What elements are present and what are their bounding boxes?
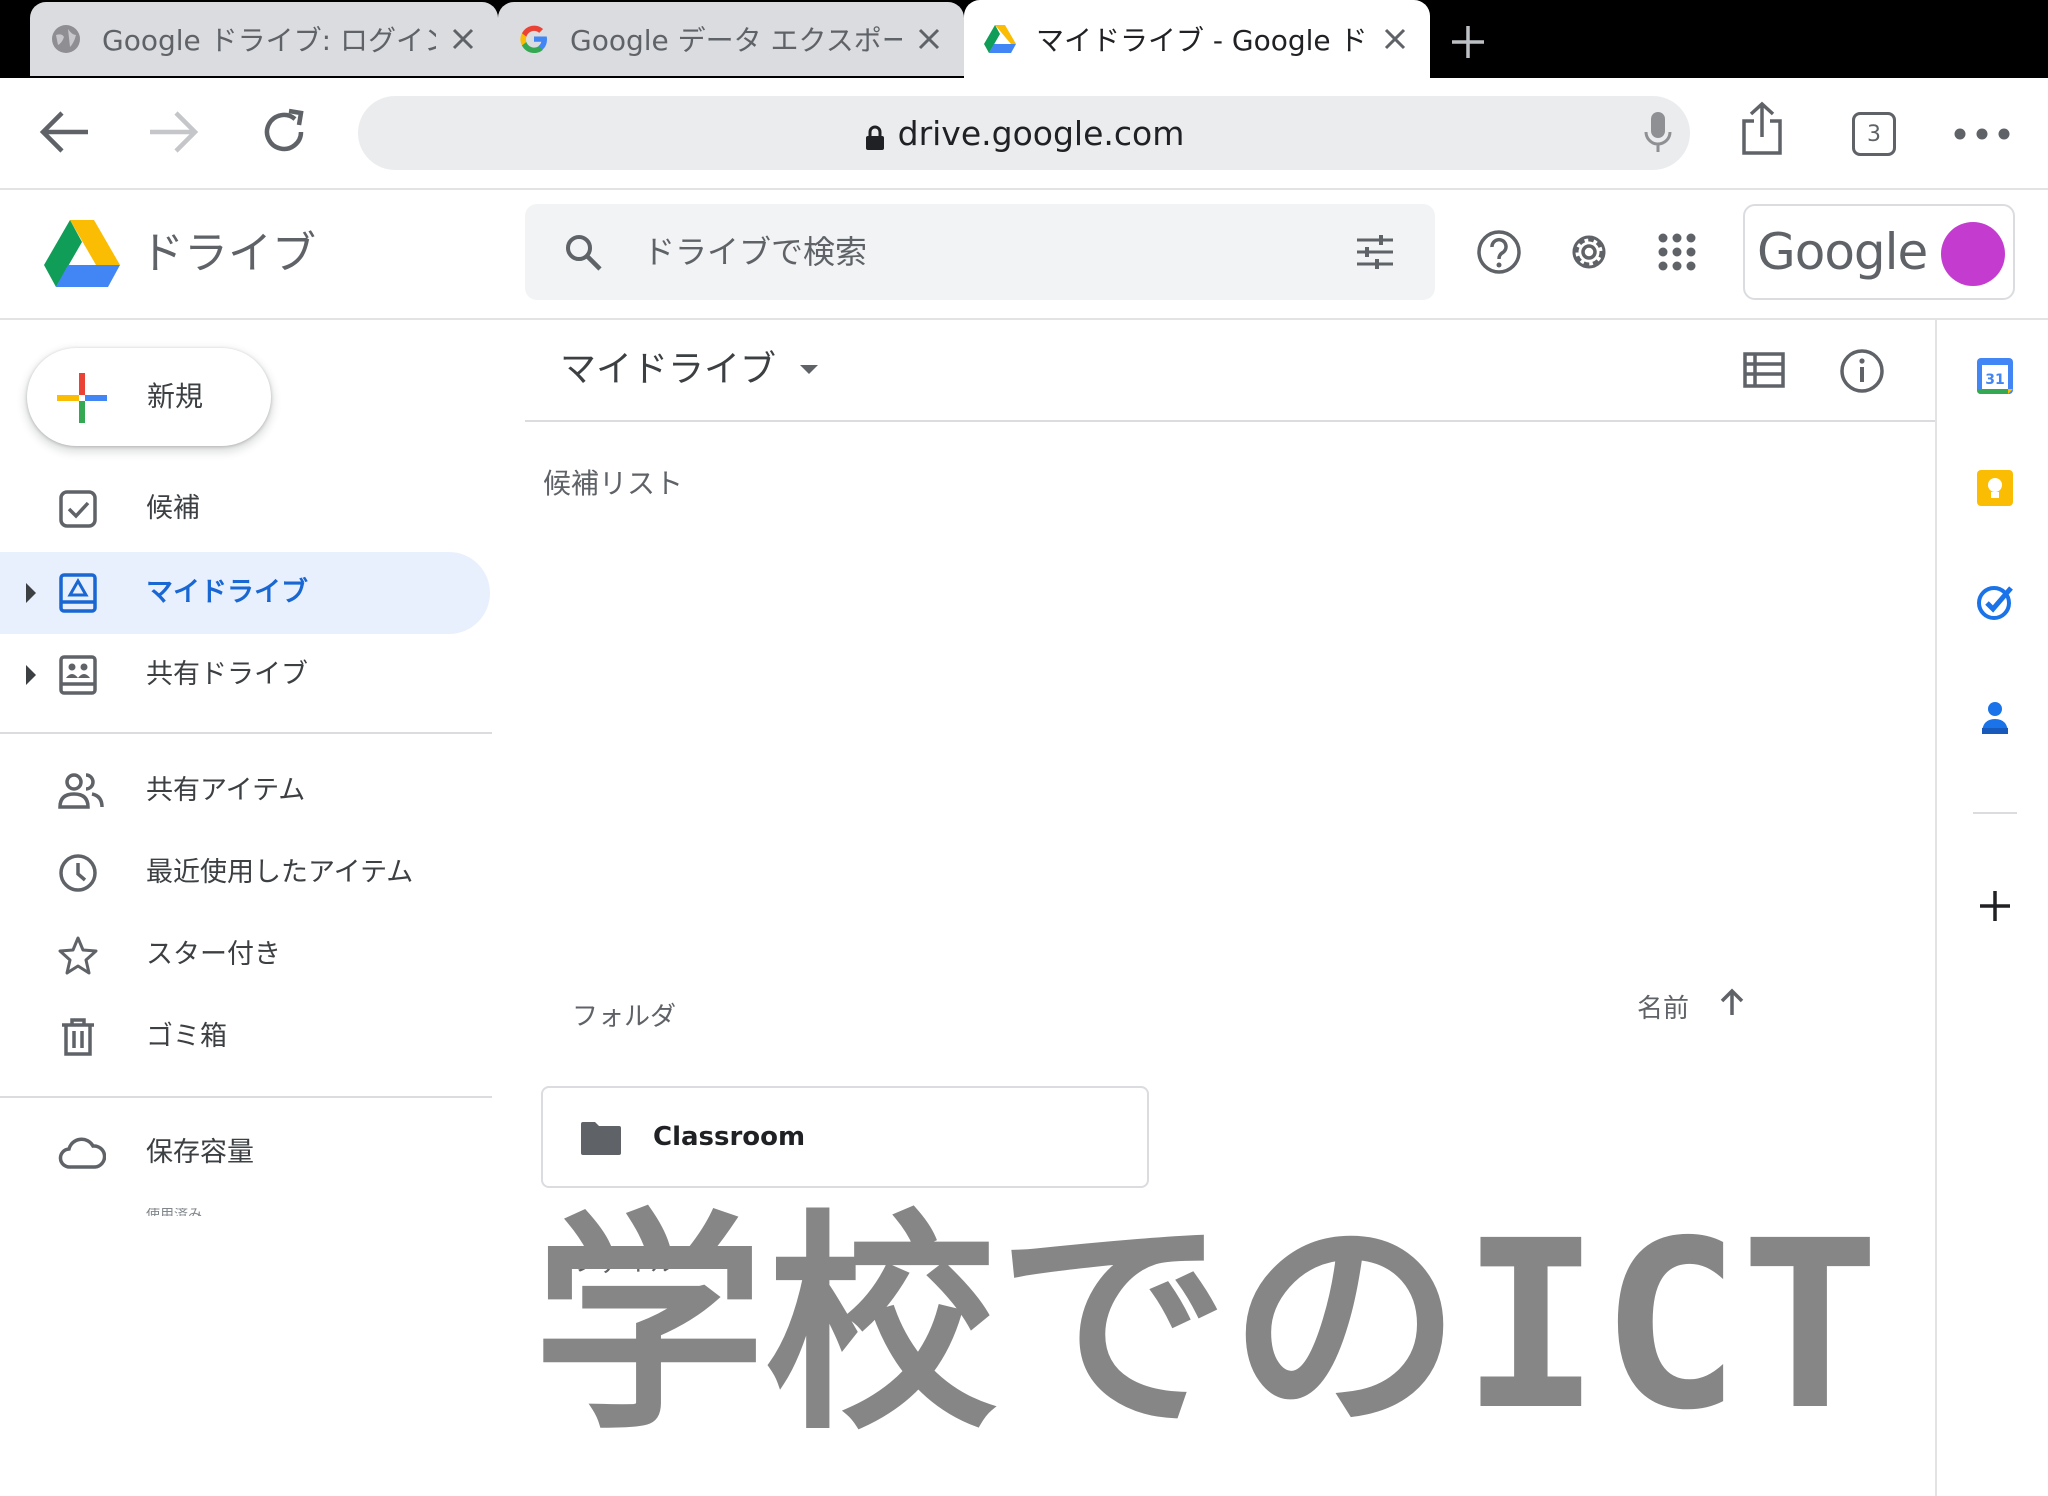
close-icon[interactable] bbox=[1380, 24, 1410, 54]
sidebar-item-label: 共有ドライブ bbox=[146, 659, 308, 690]
expand-caret-icon[interactable] bbox=[24, 581, 38, 605]
watermark-overlay-text: 学校でのICT bbox=[533, 1191, 1881, 1461]
tab-count-button[interactable]: 3 bbox=[1842, 102, 1906, 166]
lock-icon bbox=[864, 120, 886, 150]
google-g-icon bbox=[518, 23, 550, 55]
info-icon[interactable] bbox=[1839, 348, 1885, 394]
sidebar-item-storage[interactable]: 保存容量 bbox=[0, 1112, 492, 1194]
expand-caret-icon[interactable] bbox=[24, 663, 38, 687]
avatar[interactable] bbox=[1941, 222, 2005, 286]
browser-tab-google-export[interactable]: Google データ エクスポー bbox=[498, 2, 964, 76]
new-tab-plus-icon[interactable] bbox=[1448, 22, 1488, 62]
microphone-icon[interactable] bbox=[1644, 110, 1672, 156]
drive-icon bbox=[984, 23, 1016, 55]
shared-drives-icon bbox=[58, 655, 98, 695]
url-text: drive.google.com bbox=[897, 113, 1185, 153]
sidebar-item-label: 最近使用したアイテム bbox=[146, 857, 414, 888]
more-menu-icon[interactable] bbox=[1952, 102, 2012, 166]
side-app-rail: 31 bbox=[1935, 320, 2048, 1496]
folders-section-title: フォルダ bbox=[572, 1002, 677, 1032]
sidebar-item-label: 候補 bbox=[146, 493, 200, 524]
calendar-icon[interactable]: 31 bbox=[1975, 356, 2015, 396]
list-view-icon[interactable] bbox=[1742, 348, 1786, 392]
sidebar-item-suggested[interactable]: 候補 bbox=[0, 468, 492, 550]
browser-tab-drive-login[interactable]: Google ドライブ: ログイン bbox=[30, 2, 498, 76]
location-dropdown[interactable]: マイドライブ bbox=[560, 344, 776, 396]
dropdown-caret-icon[interactable] bbox=[798, 362, 820, 376]
drive-header: ドライブ ドライブで検索 Google bbox=[0, 190, 2048, 320]
reload-icon[interactable] bbox=[252, 100, 316, 164]
people-icon bbox=[58, 771, 104, 811]
multicolor-plus-icon bbox=[57, 373, 107, 423]
search-placeholder: ドライブで検索 bbox=[643, 233, 868, 271]
sidebar-item-my-drive[interactable]: マイドライブ bbox=[0, 552, 490, 634]
svg-text:31: 31 bbox=[1985, 372, 2004, 388]
search-options-icon[interactable] bbox=[1355, 232, 1395, 272]
sidebar-item-starred[interactable]: スター付き bbox=[0, 914, 492, 996]
storage-usage-text: 使用済み bbox=[146, 1208, 202, 1216]
folder-card[interactable]: Classroom bbox=[541, 1086, 1149, 1188]
tab-title: Google データ エクスポー bbox=[570, 24, 902, 57]
tasks-check-icon[interactable] bbox=[1975, 582, 2015, 622]
help-icon[interactable] bbox=[1475, 228, 1523, 276]
new-button[interactable]: 新規 bbox=[27, 348, 271, 446]
folder-icon bbox=[579, 1120, 623, 1156]
share-icon[interactable] bbox=[1730, 96, 1794, 160]
sort-ascending-arrow-icon[interactable] bbox=[1717, 988, 1747, 1018]
clock-icon bbox=[58, 853, 98, 893]
account-switcher[interactable]: Google bbox=[1743, 204, 2015, 300]
close-icon[interactable] bbox=[448, 24, 478, 54]
sidebar: 新規 候補 マイドライブ 共有ドライブ 共有アイテム 最近使用したアイテム スタ… bbox=[0, 320, 492, 1496]
suggested-check-icon bbox=[58, 489, 98, 529]
back-arrow-icon[interactable] bbox=[32, 100, 96, 164]
sidebar-item-label: マイドライブ bbox=[146, 577, 308, 608]
sidebar-divider bbox=[0, 732, 492, 734]
new-button-label: 新規 bbox=[147, 380, 204, 413]
sidebar-divider bbox=[0, 1096, 492, 1098]
main-content: マイドライブ 候補リスト フォルダ 名前 Classroom ファイル 学校での… bbox=[525, 320, 1935, 1496]
google-account-label: Google bbox=[1757, 223, 1928, 281]
suggested-section-title: 候補リスト bbox=[543, 467, 684, 500]
browser-tab-my-drive[interactable]: マイドライブ - Google ドラ bbox=[964, 0, 1430, 78]
browser-toolbar: drive.google.com 3 bbox=[0, 78, 2048, 190]
trash-icon bbox=[58, 1017, 98, 1057]
sidebar-item-recent[interactable]: 最近使用したアイテム bbox=[0, 832, 492, 914]
keep-lightbulb-icon[interactable] bbox=[1975, 468, 2015, 508]
my-drive-icon bbox=[58, 573, 98, 613]
star-icon bbox=[58, 935, 98, 975]
rail-divider bbox=[1973, 812, 2017, 814]
add-addon-plus-icon[interactable] bbox=[1975, 886, 2015, 926]
tab-title: Google ドライブ: ログイン bbox=[102, 24, 436, 57]
sidebar-item-label: ゴミ箱 bbox=[146, 1021, 227, 1052]
sidebar-item-label: 保存容量 bbox=[146, 1137, 254, 1168]
drive-logo-icon[interactable] bbox=[44, 220, 120, 288]
apps-grid-icon[interactable] bbox=[1653, 228, 1701, 276]
search-input[interactable]: ドライブで検索 bbox=[525, 204, 1435, 300]
sort-by-name-button[interactable]: 名前 bbox=[1637, 988, 1689, 1025]
drive-app-title: ドライブ bbox=[140, 228, 316, 279]
close-icon[interactable] bbox=[914, 24, 944, 54]
tab-title: マイドライブ - Google ドラ bbox=[1036, 24, 1368, 57]
settings-gear-icon[interactable] bbox=[1565, 228, 1613, 276]
sidebar-item-label: 共有アイテム bbox=[146, 775, 306, 806]
browser-tab-strip: Google ドライブ: ログイン Google データ エクスポー マイドライ… bbox=[0, 0, 2048, 78]
sidebar-item-shared-drives[interactable]: 共有ドライブ bbox=[0, 634, 492, 716]
globe-icon bbox=[50, 23, 82, 55]
sidebar-item-shared-with-me[interactable]: 共有アイテム bbox=[0, 750, 492, 832]
search-icon[interactable] bbox=[563, 232, 603, 272]
cloud-icon bbox=[58, 1133, 107, 1173]
address-bar[interactable]: drive.google.com bbox=[358, 96, 1690, 170]
folder-name: Classroom bbox=[653, 1122, 806, 1152]
sidebar-item-label: スター付き bbox=[146, 939, 281, 970]
contacts-person-icon[interactable] bbox=[1975, 698, 2015, 738]
forward-arrow-icon[interactable] bbox=[142, 100, 206, 164]
sidebar-item-trash[interactable]: ゴミ箱 bbox=[0, 996, 492, 1078]
main-divider bbox=[525, 420, 1935, 422]
